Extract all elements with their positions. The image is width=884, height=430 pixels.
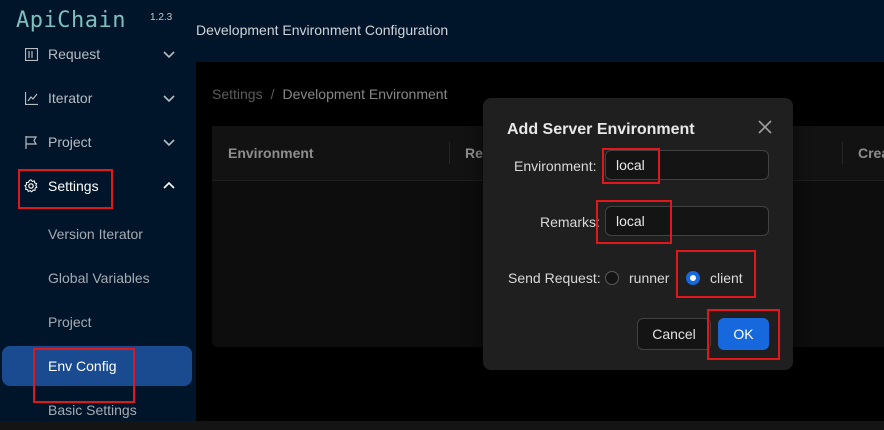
radio-label: runner [629, 270, 670, 286]
chart-line-icon [24, 91, 38, 105]
flag-icon [24, 135, 38, 149]
page-title: Development Environment Configuration [196, 22, 449, 38]
app-logo: ApiChain [16, 8, 126, 33]
submenu-item-project[interactable]: Project [0, 302, 196, 342]
sidebar-item-request[interactable]: Request [0, 34, 196, 74]
gear-icon [24, 179, 38, 193]
request-icon [24, 47, 38, 61]
chevron-up-icon [163, 181, 175, 189]
submenu-item-label: Env Config [48, 358, 117, 374]
sidebar: ApiChain 1.2.3 Request Iterator Project … [0, 0, 196, 421]
close-icon[interactable] [756, 118, 774, 136]
send-request-label: Send Request: [508, 270, 601, 286]
chevron-down-icon [163, 139, 175, 147]
submenu-item-label: Global Variables [48, 270, 150, 286]
app-version: 1.2.3 [150, 12, 173, 23]
submenu-item-basic-settings[interactable]: Basic Settings [0, 390, 196, 430]
sidebar-item-iterator[interactable]: Iterator [0, 78, 196, 118]
radio-client[interactable]: client [686, 270, 743, 286]
submenu-item-global-variables[interactable]: Global Variables [0, 258, 196, 298]
add-server-environment-modal: Add Server Environment Environment: Rema… [483, 98, 793, 370]
header-bar: Development Environment Configuration [196, 0, 884, 62]
radio-runner[interactable]: runner [605, 270, 669, 286]
sidebar-item-settings[interactable]: Settings [0, 166, 196, 206]
chevron-down-icon [163, 95, 175, 103]
remarks-input[interactable] [605, 206, 769, 236]
environment-label: Environment: [514, 158, 597, 174]
ok-button[interactable]: OK [718, 318, 769, 350]
chevron-down-icon [163, 51, 175, 59]
submenu-item-label: Basic Settings [48, 402, 137, 418]
submenu-item-label: Project [48, 314, 92, 330]
modal-title: Add Server Environment [507, 121, 695, 138]
radio-label: client [710, 270, 743, 286]
submenu-item-env-config[interactable]: Env Config [2, 346, 192, 386]
remarks-label: Remarks: [540, 214, 600, 230]
radio-button-selected[interactable] [686, 271, 700, 285]
sidebar-item-project[interactable]: Project [0, 122, 196, 162]
radio-button[interactable] [605, 271, 619, 285]
submenu-item-version-iterator[interactable]: Version Iterator [0, 214, 196, 254]
cancel-button[interactable]: Cancel [637, 318, 711, 350]
environment-input[interactable] [605, 150, 769, 180]
submenu-item-label: Version Iterator [48, 226, 143, 242]
